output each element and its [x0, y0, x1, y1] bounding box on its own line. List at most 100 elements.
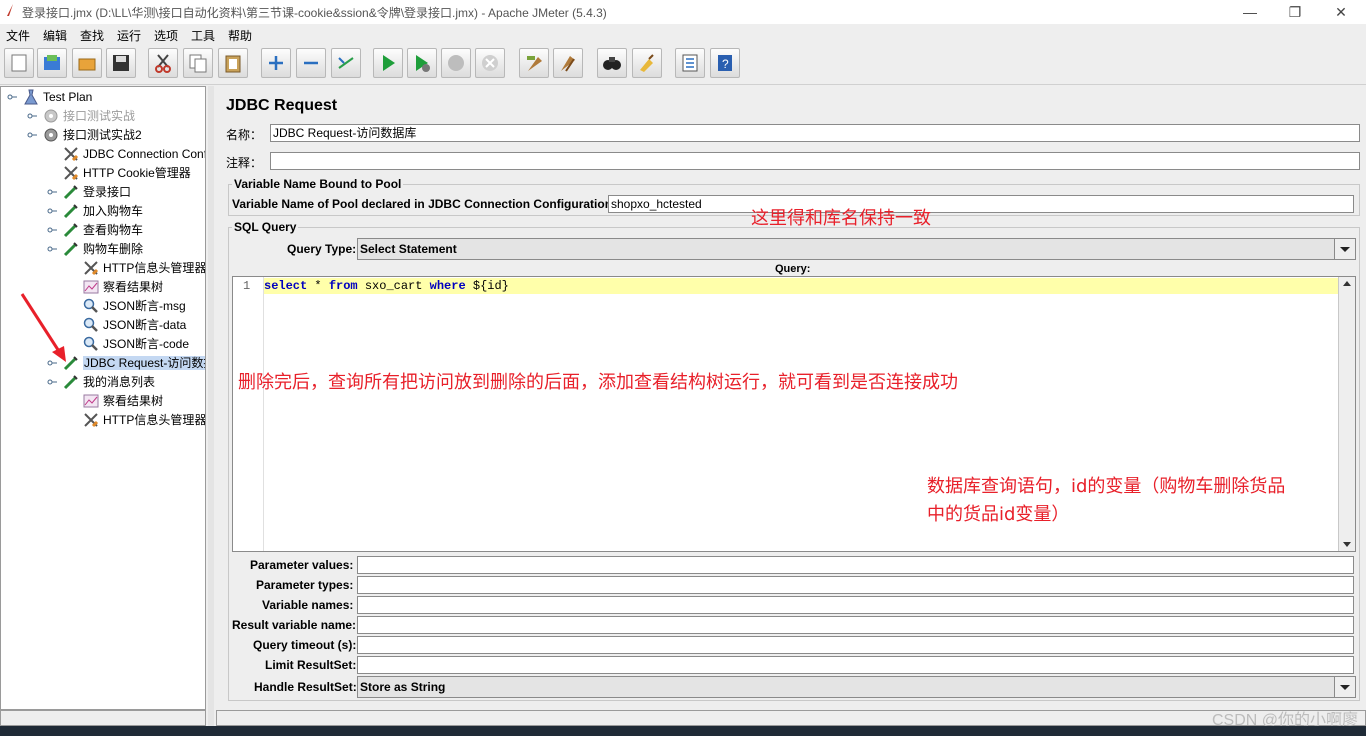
limit-resultset-label: Limit ResultSet:: [265, 658, 357, 672]
tree-node-jdbc-request[interactable]: JDBC Request-访问数据库: [63, 353, 205, 371]
start-button[interactable]: [373, 48, 403, 78]
query-type-value: Select Statement: [360, 242, 457, 256]
listener-chart-icon: [83, 394, 99, 408]
menu-edit[interactable]: 编辑: [43, 27, 67, 44]
reset-search-button[interactable]: [632, 48, 662, 78]
new-button[interactable]: [4, 48, 34, 78]
help-icon: ?: [718, 55, 732, 71]
stop-button[interactable]: [441, 48, 471, 78]
test-plan-tree[interactable]: Test Plan 接口测试实战 接口测试实战2 JDBC Connection…: [0, 86, 206, 710]
dropdown-arrow-button[interactable]: [1334, 677, 1355, 697]
tree-node-json-code[interactable]: JSON断言-code: [83, 334, 189, 352]
menu-options[interactable]: 选项: [154, 27, 178, 44]
pool-name-field[interactable]: shopxo_hctested: [608, 195, 1354, 213]
line-number-gutter: 1: [233, 277, 264, 551]
menu-search[interactable]: 查找: [80, 27, 104, 44]
menu-tools[interactable]: 工具: [191, 27, 215, 44]
tree-node-result-tree[interactable]: 察看结果树: [83, 277, 163, 295]
tree-node-http-cookie[interactable]: HTTP Cookie管理器: [63, 163, 191, 181]
tree-node-test-plan[interactable]: Test Plan: [23, 87, 92, 105]
expand-button[interactable]: [261, 48, 291, 78]
copy-button[interactable]: [183, 48, 213, 78]
menu-run[interactable]: 运行: [117, 27, 141, 44]
scroll-down-icon[interactable]: [1339, 537, 1355, 551]
save-button[interactable]: [106, 48, 136, 78]
tree-node-http-header[interactable]: HTTP信息头管理器: [83, 258, 205, 276]
start-no-pause-icon: [416, 55, 430, 72]
tree-node-login[interactable]: 登录接口: [63, 182, 131, 200]
function-helper-button[interactable]: [675, 48, 705, 78]
thread-group-icon: [44, 128, 58, 142]
start-no-pause-button[interactable]: [407, 48, 437, 78]
shutdown-button[interactable]: [475, 48, 505, 78]
minimize-button[interactable]: —: [1232, 2, 1268, 22]
open-button[interactable]: [72, 48, 102, 78]
tree-node-json-data[interactable]: JSON断言-data: [83, 315, 186, 333]
stop-icon: [448, 55, 464, 71]
name-field[interactable]: JDBC Request-访问数据库: [270, 124, 1360, 142]
tree-node-add-cart[interactable]: 加入购物车: [63, 201, 143, 219]
os-taskbar: [0, 726, 1366, 736]
annotation-main-note: 删除完后，查询所有把访问放到删除的后面，添加查看结构树运行，就可看到是否连接成功: [238, 372, 958, 393]
clear-all-icon: [561, 56, 575, 72]
expand-toggle-icon[interactable]: [47, 187, 57, 197]
clear-all-button[interactable]: [553, 48, 583, 78]
copy-icon: [189, 54, 207, 73]
variable-names-field[interactable]: [357, 596, 1354, 614]
menu-help[interactable]: 帮助: [228, 27, 252, 44]
query-editor[interactable]: 1 select * from sxo_cart where ${id}: [232, 276, 1356, 552]
toggle-button[interactable]: [331, 48, 361, 78]
tree-node-json-msg[interactable]: JSON断言-msg: [83, 296, 186, 314]
menu-file[interactable]: 文件: [6, 27, 30, 44]
split-pane-divider[interactable]: [208, 86, 214, 726]
pool-label: Variable Name of Pool declared in JDBC C…: [232, 197, 617, 211]
collapse-toggle-icon[interactable]: [27, 130, 37, 140]
limit-resultset-field[interactable]: [357, 656, 1354, 674]
templates-icon: [44, 55, 60, 70]
param-values-field[interactable]: [357, 556, 1354, 574]
result-variable-field[interactable]: [357, 616, 1354, 634]
config-wrench-icon: [64, 166, 79, 180]
param-values-label: Parameter values:: [250, 558, 354, 572]
help-button[interactable]: ?: [710, 48, 740, 78]
scroll-up-icon[interactable]: [1339, 277, 1355, 291]
expand-toggle-icon[interactable]: [47, 206, 57, 216]
search-icon: [603, 57, 621, 70]
expand-toggle-icon[interactable]: [47, 225, 57, 235]
collapse-icon: [304, 61, 318, 65]
collapse-toggle-icon[interactable]: [47, 377, 57, 387]
paste-button[interactable]: [218, 48, 248, 78]
cut-button[interactable]: [148, 48, 178, 78]
expand-icon: [269, 56, 283, 70]
param-types-label: Parameter types:: [256, 578, 354, 592]
collapse-toggle-icon[interactable]: [7, 92, 17, 102]
tree-node-http-header-2[interactable]: HTTP信息头管理器: [83, 410, 205, 428]
editor-vertical-scrollbar[interactable]: [1338, 277, 1355, 551]
tree-horizontal-scrollbar[interactable]: [0, 710, 206, 726]
close-button[interactable]: ✕: [1323, 2, 1359, 22]
tree-node-my-messages[interactable]: 我的消息列表: [63, 372, 155, 390]
tree-node-result-tree-2[interactable]: 察看结果树: [83, 391, 163, 409]
annotation-query-note-2: 中的货品id变量）: [927, 504, 1070, 525]
query-timeout-field[interactable]: [357, 636, 1354, 654]
sampler-pipette-icon: [63, 375, 78, 389]
tree-node-thread-group[interactable]: 接口测试实战2: [43, 125, 142, 143]
handle-resultset-select[interactable]: Store as String: [357, 676, 1356, 698]
search-button[interactable]: [597, 48, 627, 78]
collapse-toggle-icon[interactable]: [27, 111, 37, 121]
tree-node-thread-group-disabled[interactable]: 接口测试实战: [43, 106, 135, 124]
param-types-field[interactable]: [357, 576, 1354, 594]
clear-button[interactable]: [519, 48, 549, 78]
tree-node-view-cart[interactable]: 查看购物车: [63, 220, 143, 238]
query-type-select[interactable]: Select Statement: [357, 238, 1356, 260]
tree-node-jdbc-connection[interactable]: JDBC Connection Configuration: [63, 144, 205, 162]
templates-button[interactable]: [37, 48, 67, 78]
tree-node-delete-cart[interactable]: 购物车删除: [63, 239, 143, 257]
config-wrench-icon: [64, 147, 79, 161]
collapse-button[interactable]: [296, 48, 326, 78]
main-horizontal-scrollbar[interactable]: [216, 710, 1366, 726]
collapse-toggle-icon[interactable]: [47, 244, 57, 254]
comment-field[interactable]: [270, 152, 1360, 170]
maximize-button[interactable]: ❐: [1277, 2, 1313, 22]
dropdown-arrow-button[interactable]: [1334, 239, 1355, 259]
